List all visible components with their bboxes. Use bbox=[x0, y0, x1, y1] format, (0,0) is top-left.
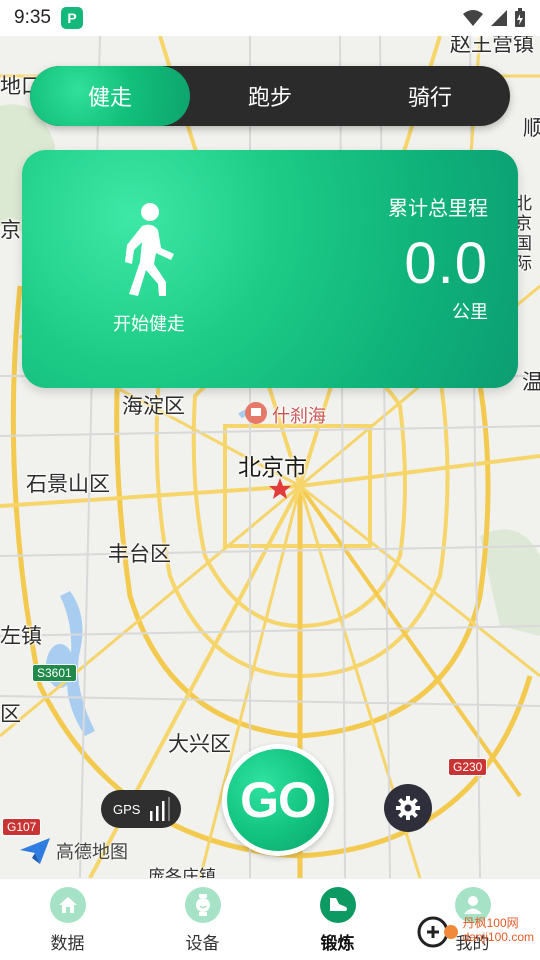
watch-icon bbox=[184, 887, 221, 923]
map-edge-label: 左镇 bbox=[0, 624, 42, 648]
map-edge-label: 赵王营镇 bbox=[450, 36, 534, 56]
watermark: 丹枫100网 danji100.com bbox=[415, 912, 534, 948]
district-label: 丰台区 bbox=[108, 542, 171, 566]
district-label: 大兴区 bbox=[168, 732, 231, 756]
tab-label: 骑行 bbox=[407, 86, 452, 111]
gps-status: GPS bbox=[101, 790, 181, 828]
total-distance-label: 累计总里程 bbox=[388, 196, 488, 220]
status-icons bbox=[462, 8, 526, 28]
nav-label: 设备 bbox=[185, 934, 220, 954]
poi-label: 什刹海 bbox=[272, 406, 326, 427]
total-distance-value: 0.0 bbox=[404, 231, 488, 296]
nav-label: 锻炼 bbox=[320, 934, 355, 954]
app-notification-icon: P bbox=[60, 7, 83, 29]
tab-walk[interactable]: 健走 bbox=[30, 66, 190, 126]
battery-icon bbox=[515, 8, 525, 27]
road-tag: G107 bbox=[2, 818, 42, 836]
map-edge-label: 京 bbox=[0, 218, 21, 242]
watermark-line: danji100.com bbox=[462, 930, 534, 944]
tab-label: 跑步 bbox=[247, 86, 292, 111]
mode-tabs: 健走 跑步 骑行 bbox=[30, 66, 510, 126]
gps-label: GPS bbox=[113, 801, 141, 817]
shoe-icon bbox=[319, 887, 356, 923]
nav-label: 数据 bbox=[50, 934, 85, 954]
district-label: 石景山区 bbox=[26, 472, 110, 496]
gps-signal-icon bbox=[150, 797, 171, 821]
settings-button[interactable] bbox=[384, 784, 432, 832]
city-label: 北京市 bbox=[238, 455, 307, 481]
map-edge-label: 庞各庄镇 bbox=[148, 867, 216, 878]
map-provider-logo: 高德地图 bbox=[18, 836, 128, 866]
map-provider-name: 高德地图 bbox=[56, 842, 128, 863]
signal-icon bbox=[491, 10, 507, 26]
start-walk-label[interactable]: 开始健走 bbox=[92, 310, 206, 336]
walking-person-icon[interactable] bbox=[114, 202, 184, 302]
tab-label: 健走 bbox=[87, 86, 132, 111]
nav-item-exercise[interactable]: 锻炼 bbox=[270, 879, 405, 960]
map-edge-label: 北京国际 bbox=[515, 194, 532, 274]
road-tag: S3601 bbox=[32, 664, 77, 682]
status-time: 9:35 bbox=[14, 7, 51, 28]
map-edge-label: 区 bbox=[0, 702, 21, 726]
wifi-icon bbox=[463, 10, 483, 26]
watermark-text: 丹枫100网 danji100.com bbox=[463, 916, 534, 944]
road-tag: G230 bbox=[448, 758, 488, 776]
go-button-label: GO bbox=[227, 749, 329, 851]
watermark-logo bbox=[417, 916, 458, 948]
home-icon bbox=[49, 887, 86, 923]
map-edge-label: 温 bbox=[522, 370, 540, 394]
amap-logo-icon bbox=[20, 838, 50, 864]
district-label: 海淀区 bbox=[122, 394, 185, 418]
go-button[interactable]: GO bbox=[222, 744, 334, 856]
status-bar: 9:35 P bbox=[0, 0, 540, 36]
tab-run[interactable]: 跑步 bbox=[190, 66, 350, 126]
gear-icon bbox=[396, 796, 420, 820]
distance-unit: 公里 bbox=[452, 302, 488, 323]
distance-summary-card: 开始健走 累计总里程 0.0 公里 bbox=[22, 150, 518, 388]
watermark-line: 丹枫100网 bbox=[462, 916, 519, 930]
tab-cycle[interactable]: 骑行 bbox=[350, 66, 510, 126]
nav-item-data[interactable]: 数据 bbox=[0, 879, 135, 960]
nav-item-device[interactable]: 设备 bbox=[135, 879, 270, 960]
map-edge-label: 顺 bbox=[523, 116, 540, 140]
